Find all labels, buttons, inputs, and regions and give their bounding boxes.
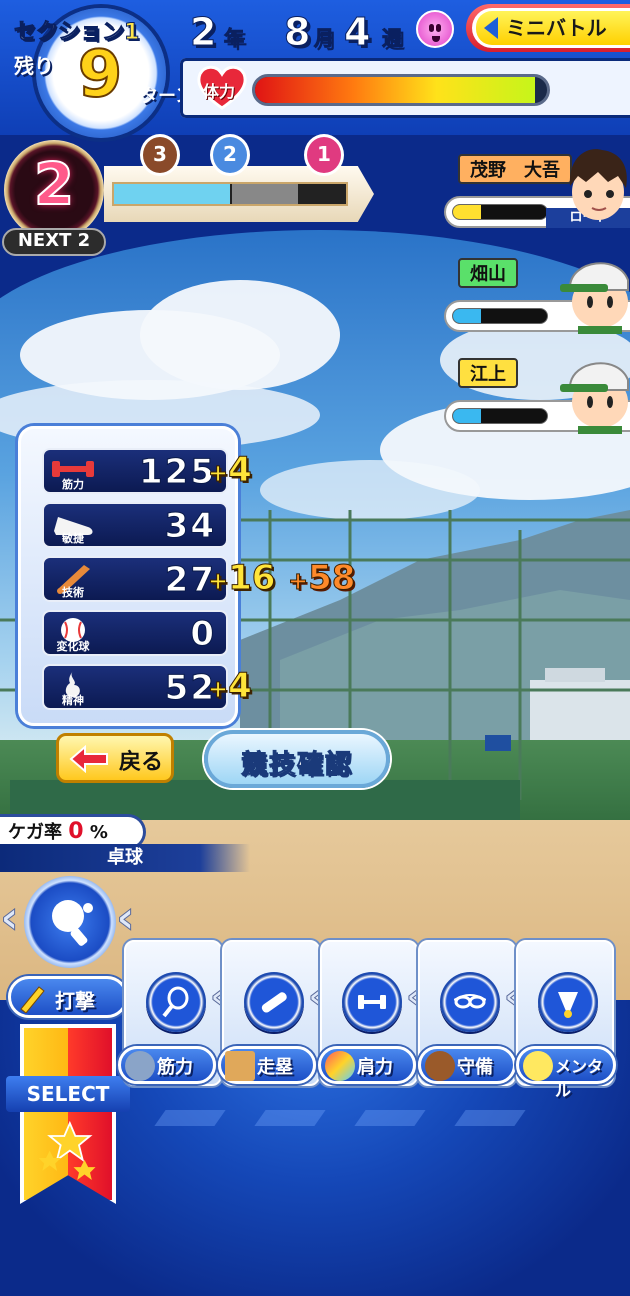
teammate-portrait-icon (560, 262, 629, 334)
stamina-label: 体力 (203, 82, 236, 101)
teammate-bond-bar (452, 408, 548, 424)
teammate-name: 畑山 (458, 258, 518, 288)
injury-unit: % (89, 822, 108, 843)
stat-name: 精神 (62, 694, 84, 707)
dumbbell-icon (125, 1051, 155, 1081)
technique-gain: +16 (207, 558, 276, 599)
stat-name: 筋力 (62, 478, 84, 491)
turns-left-value: 9 (77, 37, 124, 113)
teammate-bond-fill (453, 409, 482, 423)
month-unit: 月 (314, 26, 335, 51)
stat-row-breaking-ball: 変化球 0 (42, 610, 228, 656)
teammate-bond-fill (453, 205, 482, 219)
next-level-pill: NEXT 2 (2, 228, 106, 256)
rank-seg-filled (114, 184, 230, 204)
goggles-icon (440, 972, 500, 1032)
mini-battle-button[interactable]: ミニバトル (466, 4, 630, 52)
tennis-racket-icon (146, 972, 206, 1032)
rainbow-arm-icon (325, 1051, 355, 1081)
event-confirm-button[interactable]: 競技確認 (204, 730, 390, 788)
glove-icon (425, 1051, 455, 1081)
month-value: 8 (283, 10, 311, 55)
table-tennis-medal-icon[interactable] (24, 876, 116, 968)
event-confirm-label: 競技確認 (240, 750, 353, 781)
teammate-card[interactable]: 畑山 (444, 256, 630, 340)
stat-value: 34 (164, 506, 216, 547)
stamina-bar (252, 74, 550, 106)
teammate-bond-bar (452, 204, 548, 220)
back-button[interactable]: 戻る (56, 733, 174, 783)
bat-icon (20, 986, 45, 1013)
teammate-name: 江上 (458, 358, 518, 388)
shuttlecock-icon (538, 972, 598, 1032)
week-value: 4 (343, 10, 371, 55)
mini-battle-label: ミニバトル (476, 11, 630, 45)
bronze-medal-icon: 3 (140, 134, 180, 176)
stat-name: 敏捷 (62, 532, 84, 545)
injury-label: ケガ率 (8, 822, 62, 843)
rank-seg-gray (232, 184, 298, 204)
sparkle-icon (523, 1051, 553, 1081)
teammate-portrait-icon (560, 362, 629, 434)
chevron-left-icon[interactable]: ‹ (0, 890, 19, 945)
teammate-card[interactable]: 江上 (444, 356, 630, 440)
category-tab-label: 打撃 (55, 989, 95, 1013)
remaining-label: 残り (14, 54, 54, 78)
dumbbell-icon (342, 972, 402, 1032)
year-value: 2 (189, 10, 217, 55)
training-tag-label: メンタル (555, 1057, 604, 1100)
gold-medal-icon: 1 (304, 134, 344, 176)
spirit-gain: +4 (207, 666, 252, 707)
strength-gain: +4 (207, 450, 252, 491)
training-tag[interactable]: メンタル (516, 1046, 616, 1100)
training-tag[interactable]: 走塁 (218, 1046, 316, 1084)
base-icon (225, 1051, 255, 1081)
week-unit: 週 (382, 26, 403, 51)
teammate-portrait-icon (569, 149, 627, 220)
stat-row-agility: 敏捷 34 (42, 502, 228, 548)
teammate-bond-bar (452, 308, 548, 324)
mood-face-icon[interactable] (416, 10, 454, 48)
stat-row-technique: 技術 27 (42, 556, 228, 602)
training-tag[interactable]: 肩力 (318, 1046, 416, 1084)
year-unit: 年 (224, 26, 245, 51)
stamina-fill (255, 77, 536, 103)
training-tag-label: 守備 (457, 1057, 493, 1078)
teammate-bond-fill (453, 309, 482, 323)
skateboard-icon (244, 972, 304, 1032)
training-tag-label: 走塁 (257, 1057, 293, 1078)
technique-bonus-gain: +58 (287, 558, 356, 599)
training-tag-label: 筋力 (157, 1057, 193, 1078)
injury-value: 0 (68, 819, 84, 844)
silver-medal-icon: 2 (210, 134, 250, 176)
selected-training-name: 卓球 (0, 844, 250, 872)
back-label: 戻る (119, 750, 164, 775)
chevron-right-icon[interactable]: ‹ (116, 890, 136, 945)
left-arrow-icon (69, 745, 108, 773)
level-value: 2 (33, 149, 75, 219)
select-label: SELECT (6, 1076, 130, 1112)
stat-value: 125 (139, 452, 216, 493)
training-tag[interactable]: 筋力 (118, 1046, 216, 1084)
teammate-name: 茂野 大吾 (458, 154, 572, 184)
training-tag-label: 肩力 (357, 1057, 393, 1078)
training-tag[interactable]: 守備 (418, 1046, 516, 1084)
teammate-card[interactable]: 茂野 大吾 ロード (444, 149, 630, 236)
stat-row-strength: 筋力 125 (42, 448, 228, 494)
stat-row-spirit: 精神 52 (42, 664, 228, 710)
category-tab-batting[interactable]: 打撃 (8, 976, 128, 1018)
stat-name: 技術 (62, 586, 84, 599)
stat-value: 0 (190, 614, 216, 655)
stat-name: 変化球 (56, 640, 90, 653)
